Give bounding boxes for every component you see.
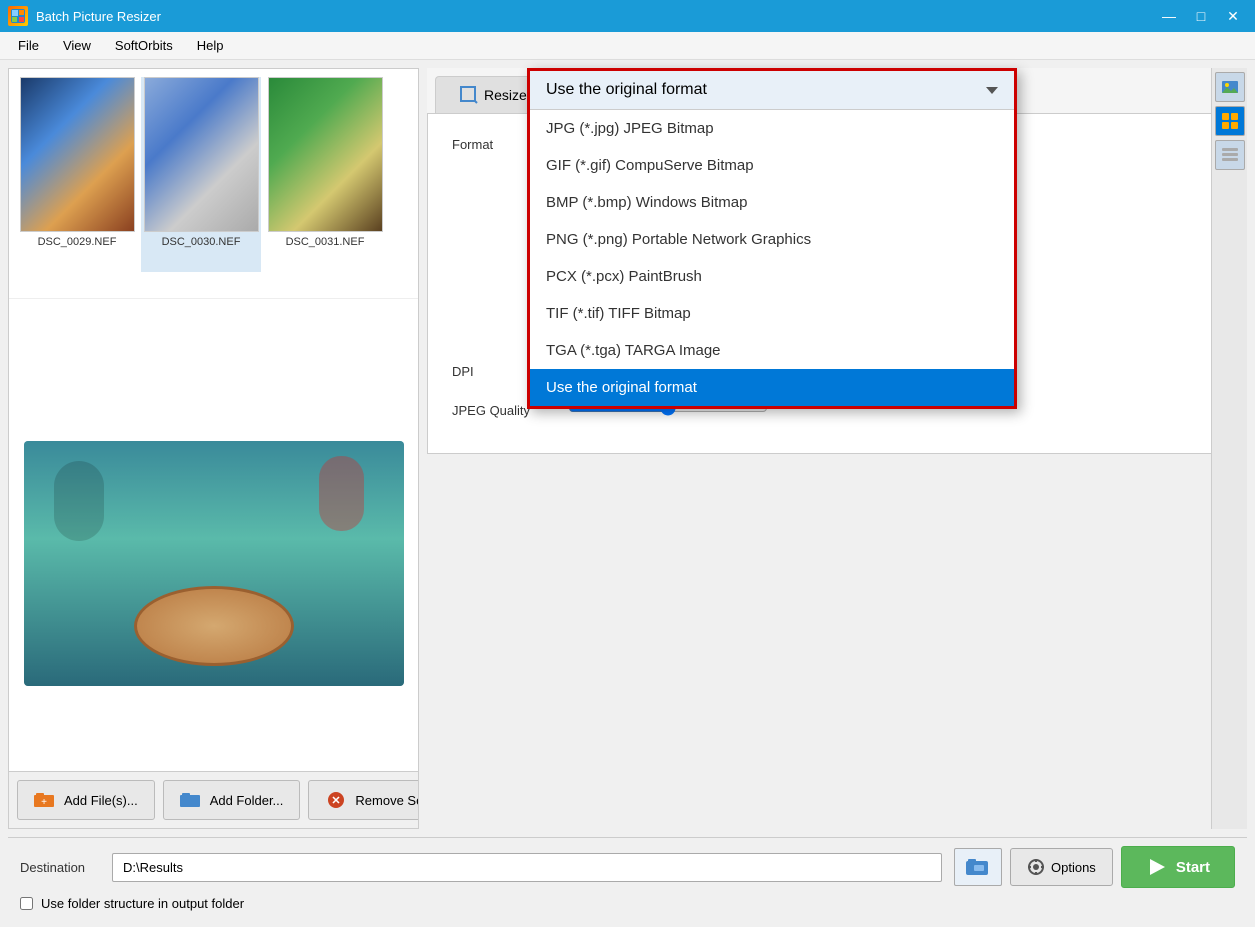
large-format-option-5[interactable]: PCX (*.pcx) PaintBrush: [530, 258, 1014, 295]
menu-file[interactable]: File: [8, 36, 49, 55]
add-folder-button[interactable]: Add Folder...: [163, 780, 301, 820]
menu-help[interactable]: Help: [187, 36, 234, 55]
large-format-dropdown-header[interactable]: Use the original format: [530, 71, 1014, 110]
menu-bar: File View SoftOrbits Help: [0, 32, 1255, 60]
title-bar-left: Batch Picture Resizer: [8, 6, 161, 26]
thumb-label-3: DSC_0031.NEF: [286, 236, 365, 248]
app-title: Batch Picture Resizer: [36, 9, 161, 24]
thumbnail-strip: DSC_0029.NEF DSC_0030.NEF DSC_0031.NEF: [9, 69, 418, 299]
app-icon: [8, 6, 28, 26]
folder-structure-label: Use folder structure in output folder: [41, 896, 244, 911]
close-button[interactable]: ✕: [1219, 6, 1247, 26]
folder-structure-checkbox[interactable]: [20, 897, 33, 910]
preview-image: [24, 441, 404, 686]
destination-row: Destination: [20, 846, 1235, 888]
thumb-image-2: [144, 77, 259, 232]
large-format-option-2[interactable]: GIF (*.gif) CompuServe Bitmap: [530, 147, 1014, 184]
add-folder-icon: [180, 789, 202, 811]
svg-text:+: +: [41, 797, 47, 808]
right-panel: Resize Convert: [427, 68, 1247, 829]
menu-view[interactable]: View: [53, 36, 101, 55]
cake-circle: [134, 586, 294, 666]
destination-actions: Options Start: [954, 846, 1235, 888]
resize-tab-icon: [460, 86, 478, 104]
browse-folder-button[interactable]: [954, 848, 1002, 886]
thumbnail-3[interactable]: DSC_0031.NEF: [265, 77, 385, 272]
destination-label: Destination: [20, 860, 100, 875]
right-sidebar: [1211, 68, 1247, 829]
main-window: DSC_0029.NEF DSC_0030.NEF DSC_0031.NEF: [0, 60, 1255, 927]
large-format-option-7[interactable]: TGA (*.tga) TARGA Image: [530, 332, 1014, 369]
maximize-button[interactable]: □: [1187, 6, 1215, 26]
preview-area: [9, 299, 418, 828]
add-files-button[interactable]: + Add File(s)...: [17, 780, 155, 820]
title-bar-controls: — □ ✕: [1155, 6, 1247, 26]
file-toolbar: + Add File(s)... Add Folder...: [9, 771, 418, 828]
thumb-label-2: DSC_0030.NEF: [162, 236, 241, 248]
destination-input[interactable]: [112, 853, 942, 882]
cake-simulation: [24, 441, 404, 686]
bottom-bar: Destination: [8, 837, 1247, 919]
thumb-label-1: DSC_0029.NEF: [38, 236, 117, 248]
thumbnail-2[interactable]: DSC_0030.NEF: [141, 77, 261, 272]
sidebar-icon-photos[interactable]: [1215, 72, 1245, 102]
minimize-button[interactable]: —: [1155, 6, 1183, 26]
large-format-option-3[interactable]: BMP (*.bmp) Windows Bitmap: [530, 184, 1014, 221]
svg-text:✕: ✕: [332, 795, 341, 807]
start-button[interactable]: Start: [1121, 846, 1235, 888]
large-format-dropdown-chevron: [986, 87, 998, 94]
sidebar-icon-grid[interactable]: [1215, 106, 1245, 136]
large-format-dropdown-value: Use the original format: [546, 81, 707, 99]
options-button[interactable]: Options: [1010, 848, 1113, 886]
sidebar-icon-list[interactable]: [1215, 140, 1245, 170]
large-format-dropdown: Use the original format JPG (*.jpg) JPEG…: [527, 68, 1017, 409]
remove-icon: ✕: [325, 789, 347, 811]
menu-softorbits[interactable]: SoftOrbits: [105, 36, 183, 55]
large-format-option-4[interactable]: PNG (*.png) Portable Network Graphics: [530, 221, 1014, 258]
file-list-panel: DSC_0029.NEF DSC_0030.NEF DSC_0031.NEF: [8, 68, 419, 829]
large-format-option-8[interactable]: Use the original format: [530, 369, 1014, 406]
large-format-option-6[interactable]: TIF (*.tif) TIFF Bitmap: [530, 295, 1014, 332]
add-files-icon: +: [34, 789, 56, 811]
remove-selected-button[interactable]: ✕ Remove Selected: [308, 780, 419, 820]
large-format-option-1[interactable]: JPG (*.jpg) JPEG Bitmap: [530, 110, 1014, 147]
thumb-image-3: [268, 77, 383, 232]
thumb-image-1: [20, 77, 135, 232]
thumbnail-1[interactable]: DSC_0029.NEF: [17, 77, 137, 272]
title-bar: Batch Picture Resizer — □ ✕: [0, 0, 1255, 32]
folder-structure-row: Use folder structure in output folder: [20, 896, 1235, 911]
content-area: DSC_0029.NEF DSC_0030.NEF DSC_0031.NEF: [8, 68, 1247, 829]
